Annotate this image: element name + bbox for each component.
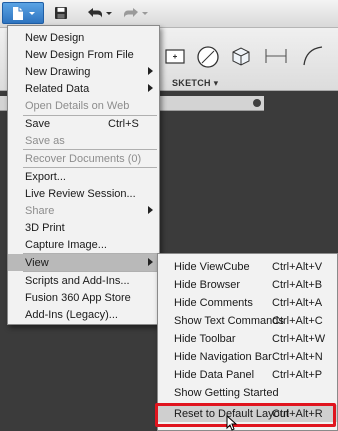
menu-item-shortcut: Ctrl+Alt+W	[272, 332, 326, 345]
submenu-arrow-icon	[148, 84, 153, 92]
menu-item-related-data[interactable]: Related Data	[8, 80, 159, 97]
menu-item-label: Add-Ins (Legacy)...	[25, 308, 118, 321]
menu-item-label: Related Data	[25, 82, 90, 95]
menu-item-new-design-from-file[interactable]: New Design From File	[8, 46, 159, 63]
menu-item-label: 3D Print	[25, 221, 65, 234]
menu-item-recover-documents: Recover Documents (0)	[8, 150, 159, 167]
dimension-icon	[265, 49, 287, 63]
undo-icon	[88, 8, 112, 18]
polygon-icon	[232, 47, 250, 66]
view-item-show-text-commands[interactable]: Show Text Commands Ctrl+Alt+C	[158, 312, 337, 329]
menu-item-label: Hide Navigation Bar	[174, 350, 272, 363]
browser-collapse-icon[interactable]	[253, 99, 261, 107]
menu-item-label: Fusion 360 App Store	[25, 291, 131, 304]
mouse-pointer-icon	[226, 415, 238, 431]
save-button[interactable]	[50, 2, 72, 24]
menu-item-shortcut: Ctrl+Alt+B	[272, 278, 323, 291]
menu-item-shortcut: Ctrl+Alt+A	[272, 296, 323, 309]
menu-item-3d-print[interactable]: 3D Print	[8, 219, 159, 236]
rectangle-tool[interactable]	[163, 44, 187, 68]
circle-icon	[197, 46, 219, 68]
menu-item-open-details-on-web: Open Details on Web	[8, 97, 159, 114]
menu-item-save-as: Save as	[8, 132, 159, 149]
menu-item-share: Share	[8, 202, 159, 219]
polygon-tool[interactable]	[229, 44, 253, 68]
menu-item-label: View	[25, 256, 49, 269]
menu-item-label: Show Getting Started	[174, 386, 279, 399]
menu-item-scripts-and-add-ins[interactable]: Scripts and Add-Ins...	[8, 272, 159, 289]
submenu-arrow-icon	[148, 258, 153, 266]
menu-item-view[interactable]: View	[8, 254, 159, 271]
file-menu-button[interactable]	[2, 2, 44, 24]
menu-item-label: Hide Data Panel	[174, 368, 255, 381]
application-toolbar	[0, 0, 338, 28]
arc-icon	[303, 46, 323, 66]
menu-item-label: Hide Toolbar	[174, 332, 236, 345]
menu-item-fusion-360-app-store[interactable]: Fusion 360 App Store	[8, 289, 159, 306]
view-item-hide-toolbar[interactable]: Hide Toolbar Ctrl+Alt+W	[158, 330, 337, 347]
menu-item-label: Open Details on Web	[25, 99, 130, 112]
menu-item-capture-image[interactable]: Capture Image...	[8, 236, 159, 253]
menu-item-label: Scripts and Add-Ins...	[25, 274, 130, 287]
view-item-show-getting-started[interactable]: Show Getting Started	[158, 384, 337, 401]
menu-item-shortcut: Ctrl+Alt+N	[272, 350, 323, 363]
undo-button[interactable]	[82, 2, 116, 24]
sketch-panel-label[interactable]: SKETCH ▾	[172, 78, 218, 89]
rectangle-icon	[165, 49, 185, 64]
menu-item-label: Export...	[25, 170, 66, 183]
dimension-tool[interactable]	[263, 44, 287, 68]
menu-item-shortcut: Ctrl+Alt+P	[272, 368, 323, 381]
menu-item-label: Capture Image...	[25, 238, 107, 251]
menu-item-label: Recover Documents (0)	[25, 152, 142, 165]
menu-item-label: New Drawing	[25, 65, 91, 78]
menu-item-label: Hide Comments	[174, 296, 253, 309]
submenu-arrow-icon	[148, 67, 153, 75]
redo-button[interactable]	[118, 2, 152, 24]
arc-tool[interactable]	[300, 44, 324, 68]
menu-item-label: Show Text Commands	[174, 314, 284, 327]
view-item-reset-to-default-layout[interactable]: Reset to Default Layout Ctrl+Alt+R	[158, 405, 337, 422]
menu-item-shortcut: Ctrl+Alt+C	[272, 314, 323, 327]
menu-item-live-review-session[interactable]: Live Review Session...	[8, 185, 159, 202]
menu-item-save[interactable]: Save Ctrl+S	[8, 115, 159, 132]
menu-item-new-drawing[interactable]: New Drawing	[8, 63, 159, 80]
menu-item-label: Save as	[25, 134, 65, 147]
redo-icon	[124, 8, 148, 18]
menu-item-label: Save	[25, 117, 51, 130]
save-icon	[55, 7, 67, 19]
menu-item-label: Hide ViewCube	[174, 260, 250, 273]
menu-item-add-ins-legacy[interactable]: Add-Ins (Legacy)...	[8, 306, 159, 323]
circle-tool[interactable]	[195, 44, 219, 68]
menu-item-label: Share	[25, 204, 55, 217]
menu-item-label: New Design	[25, 31, 85, 44]
submenu-arrow-icon	[148, 206, 153, 214]
view-item-hide-navigation-bar[interactable]: Hide Navigation Bar Ctrl+Alt+N	[158, 348, 337, 365]
view-item-hide-data-panel[interactable]: Hide Data Panel Ctrl+Alt+P	[158, 366, 337, 383]
view-item-hide-browser[interactable]: Hide Browser Ctrl+Alt+B	[158, 276, 337, 293]
menu-item-export[interactable]: Export...	[8, 168, 159, 185]
view-submenu: Hide ViewCube Ctrl+Alt+V Hide Browser Ctrl…	[157, 253, 338, 431]
file-icon	[13, 7, 35, 20]
menu-item-label: Live Review Session...	[25, 187, 136, 200]
menu-item-label: Hide Browser	[174, 278, 241, 291]
file-menu: New Design New Design From File New Draw…	[7, 25, 160, 325]
menu-item-new-design[interactable]: New Design	[8, 29, 159, 46]
menu-item-shortcut: Ctrl+Alt+V	[272, 260, 323, 273]
menu-item-shortcut: Ctrl+Alt+R	[272, 407, 323, 420]
view-item-hide-viewcube[interactable]: Hide ViewCube Ctrl+Alt+V	[158, 258, 337, 275]
menu-item-label: New Design From File	[25, 48, 134, 61]
view-item-hide-comments[interactable]: Hide Comments Ctrl+Alt+A	[158, 294, 337, 311]
menu-item-shortcut: Ctrl+S	[108, 117, 139, 130]
